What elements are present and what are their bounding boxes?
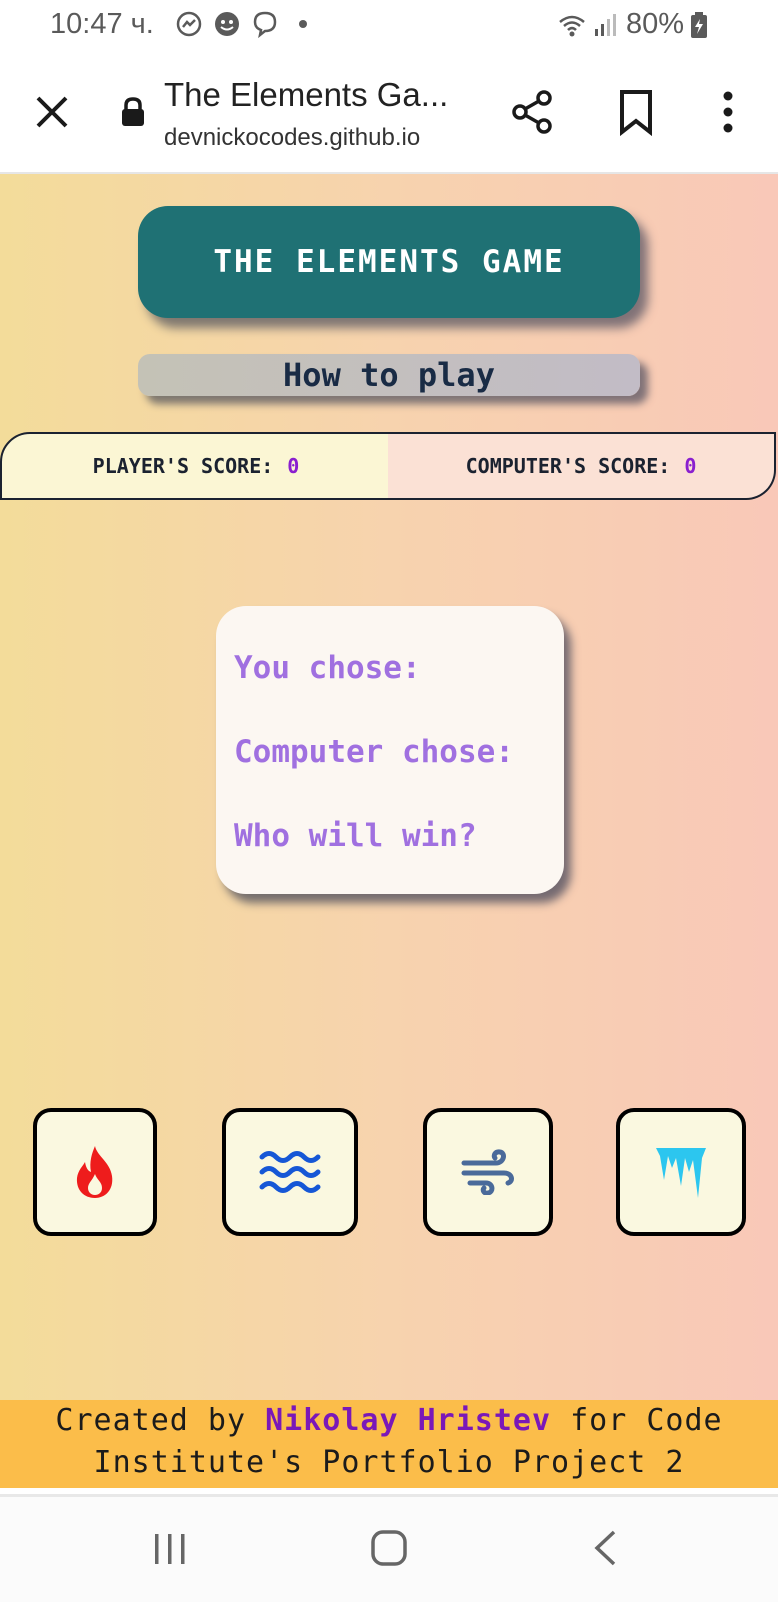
fire-button[interactable] [33, 1108, 157, 1236]
close-icon[interactable] [30, 90, 74, 134]
ice-button[interactable] [616, 1108, 746, 1236]
footer-line-2: Institute's Portfolio Project 2 [93, 1445, 685, 1480]
footer-prefix: Created by [55, 1403, 247, 1438]
who-wins-text: Who will win? [234, 818, 477, 854]
share-icon[interactable] [508, 88, 556, 136]
more-vert-icon[interactable] [712, 88, 744, 136]
status-bar: 10:47 ч. 80% [0, 0, 778, 52]
result-card: You chose: Computer chose: Who will win? [216, 606, 564, 894]
footer-author[interactable]: Nikolay Hristev [265, 1403, 551, 1438]
you-chose-text: You chose: [234, 650, 421, 686]
browser-toolbar: The Elements Ga... devnickocodes.github.… [0, 52, 778, 174]
chat-bubble-icon [215, 12, 239, 36]
player-score-value: 0 [287, 454, 300, 478]
fire-icon [76, 1146, 113, 1198]
dot-icon [299, 20, 307, 28]
icicle-icon [656, 1148, 706, 1198]
game-title[interactable]: THE ELEMENTS GAME [138, 206, 640, 318]
viber-icon [253, 11, 277, 38]
computer-chose-text: Computer chose: [234, 734, 514, 770]
url-text[interactable]: devnickocodes.github.io [164, 124, 420, 152]
computer-score-label: COMPUTER'S SCORE: [465, 454, 671, 478]
android-nav-bar [0, 1494, 778, 1602]
wifi-icon [559, 15, 585, 36]
computer-score-box: COMPUTER'S SCORE: 0 [388, 432, 776, 500]
computer-score-value: 0 [684, 454, 697, 478]
scoreboard: PLAYER'S SCORE: 0 COMPUTER'S SCORE: 0 [0, 432, 778, 500]
battery-percent: 80% [625, 8, 684, 40]
home-icon[interactable] [370, 1529, 408, 1567]
back-icon[interactable] [592, 1529, 618, 1567]
water-waves-icon [259, 1151, 321, 1193]
bookmark-icon[interactable] [616, 88, 656, 136]
page-footer: Created by Nikolay Hristev for Code Inst… [0, 1400, 778, 1488]
player-score-label: PLAYER'S SCORE: [92, 454, 274, 478]
how-to-play-button[interactable]: How to play [138, 354, 640, 396]
player-score-box: PLAYER'S SCORE: 0 [0, 432, 392, 500]
notification-icons [175, 10, 317, 38]
lock-icon [122, 97, 144, 126]
battery-icon [691, 11, 707, 38]
footer-line-1: Created by Nikolay Hristev for Code [0, 1400, 778, 1442]
game-page: THE ELEMENTS GAME How to play PLAYER'S S… [0, 174, 778, 1400]
messenger-icon [176, 11, 202, 37]
status-time: 10:47 ч. [50, 8, 154, 40]
system-icons: 80% [558, 8, 708, 41]
tab-title: The Elements Ga... [164, 76, 449, 113]
signal-icon [594, 13, 616, 36]
recents-icon[interactable] [152, 1531, 188, 1567]
air-button[interactable] [423, 1108, 553, 1236]
wind-icon [461, 1149, 514, 1195]
footer-suffix: for Code [570, 1403, 723, 1438]
water-button[interactable] [222, 1108, 358, 1236]
